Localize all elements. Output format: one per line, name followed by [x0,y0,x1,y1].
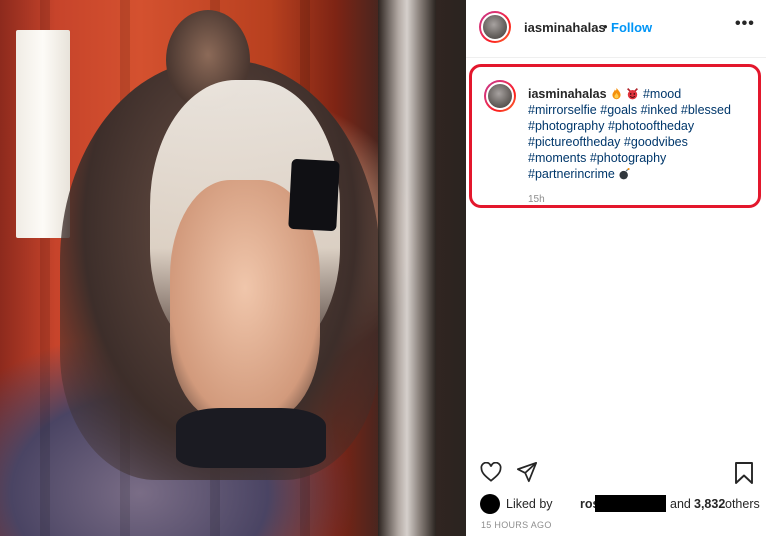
redaction-bar [595,495,666,512]
more-options-icon[interactable]: ••• [735,15,755,33]
likes-others-label[interactable]: others [725,497,760,511]
author-avatar[interactable] [479,11,511,43]
follow-button[interactable]: Follow [611,20,652,35]
hashtag[interactable]: #photooftheday [608,119,694,133]
hashtag[interactable]: #partnerincrime [528,167,615,181]
post-photo[interactable] [0,0,466,536]
heart-icon[interactable] [480,462,502,482]
author-username[interactable]: iasminahalas [524,20,606,35]
likes-connector: and [670,497,691,511]
hashtag[interactable]: #pictureoftheday [528,135,620,149]
fire-emoji-icon [612,87,621,100]
caption-username[interactable]: iasminahalas [528,87,607,101]
hashtag[interactable]: #goals [600,103,637,117]
bomb-emoji-icon [619,167,630,180]
hashtag[interactable]: #goodvibes [624,135,688,149]
post-header: iasminahalas • Follow ••• [466,0,766,58]
post-actions-bar [466,458,766,488]
hashtag[interactable]: #mirrorselfie [528,103,597,117]
post-timestamp[interactable]: 15 HOURS AGO [481,520,552,530]
hashtag[interactable]: #blessed [681,103,731,117]
paper-plane-icon[interactable] [516,461,538,483]
header-separator: • [603,19,608,34]
liked-by-label: Liked by [506,497,553,511]
caption-time[interactable]: 15h [528,194,545,205]
caption-author-avatar[interactable] [484,80,516,112]
photo-radiator [16,30,70,238]
photo-shorts [176,408,326,468]
hashtag[interactable]: #photography [590,151,666,165]
photo-mirror-frame [378,0,436,536]
photo-phone [288,158,340,232]
caption-text: iasminahalas #mood #mirrorselfie #goals … [528,86,740,182]
likes-count[interactable]: 3,832 [694,497,725,511]
caption-highlight-box: iasminahalas #mood #mirrorselfie #goals … [469,64,761,208]
liker-avatar[interactable] [480,494,500,514]
post-side-panel: iasminahalas • Follow ••• iasminahalas #… [466,0,766,536]
devil-emoji-icon [627,88,639,100]
hashtag[interactable]: #mood [643,87,681,101]
hashtag[interactable]: #inked [641,103,678,117]
hashtag[interactable]: #moments [528,151,586,165]
hashtag[interactable]: #photography [528,119,604,133]
bookmark-icon[interactable] [734,461,754,485]
